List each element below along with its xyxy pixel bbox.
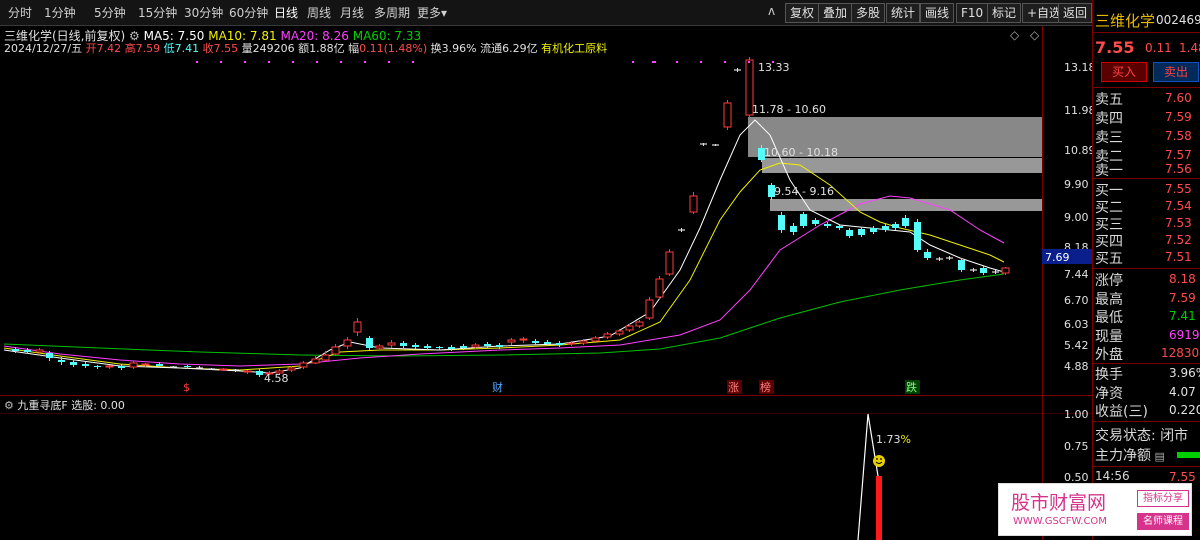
gap-zone-2 xyxy=(762,158,1042,173)
sell-button[interactable]: 卖出 xyxy=(1153,62,1199,82)
ask-label: 卖五 xyxy=(1095,92,1123,108)
current-price: 7.55 xyxy=(1095,38,1135,57)
bid-price: 7.51 xyxy=(1165,250,1192,264)
stat-value: 4.07 xyxy=(1169,385,1196,399)
stat-label: 收益(三) xyxy=(1095,404,1148,420)
stat-row: 净资 4.07 xyxy=(1095,383,1200,403)
event-marker-list[interactable]: 榜 xyxy=(760,380,771,394)
watermark-tag-share: 指标分享 xyxy=(1137,490,1189,507)
kline-chart[interactable]: 13.33 4.58 11.78 - 10.60 10.60 - 10.18 9… xyxy=(0,0,1092,540)
main-force-row: 主力净额 ▤ xyxy=(1095,445,1200,465)
bid-row: 买五 7.51 xyxy=(1095,248,1200,268)
peak-label: 13.33 xyxy=(758,61,790,74)
stat-value: 7.59 xyxy=(1169,291,1196,305)
price-tick: 7.44 xyxy=(1064,268,1089,281)
low-label: 4.58 xyxy=(264,372,289,385)
price-change: 0.11 xyxy=(1145,41,1172,55)
ask-price: 7.56 xyxy=(1165,162,1192,176)
stat-row: 涨停 8.18 xyxy=(1095,270,1200,290)
stat-label: 最高 xyxy=(1095,292,1123,308)
bid-label: 买五 xyxy=(1095,251,1123,267)
stat-row: 最高 7.59 xyxy=(1095,289,1200,309)
ask-label: 卖四 xyxy=(1095,111,1123,127)
stat-label: 现量 xyxy=(1095,329,1123,345)
stat-row: 换手 3.96% xyxy=(1095,364,1200,384)
ask-row: 卖四 7.59 xyxy=(1095,108,1200,128)
trade-status: 交易状态: 闭市 xyxy=(1095,425,1200,445)
watermark-url: WWW.GSCFW.COM xyxy=(1013,516,1107,527)
ask-price: 7.59 xyxy=(1165,110,1192,124)
stat-value: 7.41 xyxy=(1169,309,1196,323)
ask-price: 7.60 xyxy=(1165,91,1192,105)
current-price-tag: 7.69 xyxy=(1045,251,1070,264)
price-tick: 9.00 xyxy=(1064,211,1089,224)
gap2-label: 10.60 - 10.18 xyxy=(764,146,838,159)
sub-signal-suffix: % xyxy=(901,433,911,446)
trade-status-text: 交易状态: 闭市 xyxy=(1095,428,1189,444)
main-force-label: 主力净额 xyxy=(1095,448,1151,464)
stock-name: 三维化学 xyxy=(1095,12,1156,30)
sub-signal-number: 1.73 xyxy=(876,433,901,446)
stat-value: 0.220 xyxy=(1169,403,1200,417)
price-tick: 13.18 xyxy=(1064,61,1092,74)
tick-time: 14:56 xyxy=(1095,469,1130,483)
ask-label: 卖一 xyxy=(1095,163,1123,179)
bid-price: 7.52 xyxy=(1165,233,1192,247)
event-marker-finance[interactable]: 财 xyxy=(492,380,503,394)
stat-label: 最低 xyxy=(1095,310,1123,326)
stock-code: 002469 xyxy=(1156,13,1200,27)
gap1-label: 11.78 - 10.60 xyxy=(752,103,826,116)
event-marker-limit-down[interactable]: 跌 xyxy=(906,380,917,394)
ask-row: 卖五 7.60 xyxy=(1095,89,1200,109)
gap3-label: 9.54 - 9.16 xyxy=(774,185,834,198)
sub-select-label: 选股: 0.00 xyxy=(71,399,125,412)
stat-value: 8.18 xyxy=(1169,272,1196,286)
price-tick: 11.98 xyxy=(1064,104,1092,117)
sub-settings-gear-icon[interactable]: ⚙ xyxy=(4,399,14,412)
stat-value: 6919 xyxy=(1169,328,1200,342)
ask-label: 卖三 xyxy=(1095,130,1123,146)
price-tick: 6.03 xyxy=(1064,318,1089,331)
price-tick: 4.88 xyxy=(1064,360,1089,373)
stat-label: 涨停 xyxy=(1095,273,1123,289)
price-tick: 5.42 xyxy=(1064,339,1089,352)
event-marker-limit-up[interactable]: 涨 xyxy=(728,381,739,394)
price-tick: 9.90 xyxy=(1064,178,1089,191)
sub-indicator-title: 九重寻底F xyxy=(17,399,68,412)
sub-axis-tick: 1.00 xyxy=(1064,408,1089,421)
stat-row: 最低 7.41 xyxy=(1095,307,1200,327)
watermark-main: 股市财富网 xyxy=(1011,492,1107,514)
watermark-tag-course: 名师课程 xyxy=(1137,513,1189,530)
stat-row: 收益(三) 0.220 xyxy=(1095,401,1200,421)
tick-price: 7.55 xyxy=(1169,470,1196,484)
event-marker-dividend[interactable]: $ xyxy=(183,381,190,394)
stat-row: 现量 6919 xyxy=(1095,326,1200,346)
ask-row: 卖三 7.58 xyxy=(1095,127,1200,147)
bid-price: 7.54 xyxy=(1165,199,1192,213)
stat-label: 净资 xyxy=(1095,386,1123,402)
sub-axis-tick: 0.75 xyxy=(1064,440,1089,453)
price-tick: 10.89 xyxy=(1064,144,1092,157)
sub-signal-value: 1.73% xyxy=(876,433,911,446)
stat-row: 外盘 128304 xyxy=(1095,344,1200,364)
smiley-icon xyxy=(873,455,885,467)
main-force-bar xyxy=(1177,452,1200,458)
stat-label: 换手 xyxy=(1095,367,1123,383)
price-percent: 1.48 xyxy=(1179,41,1200,55)
bid-price: 7.55 xyxy=(1165,182,1192,196)
sub-indicator-legend: ⚙ 九重寻底F 选股: 0.00 xyxy=(4,397,125,413)
stat-value: 128304 xyxy=(1161,346,1200,360)
stat-value: 3.96% xyxy=(1169,366,1200,380)
buy-button[interactable]: 买入 xyxy=(1101,62,1147,82)
stat-label: 外盘 xyxy=(1095,347,1123,363)
ask-row: 卖一 7.56 xyxy=(1095,160,1200,180)
watermark-logo: 股市财富网 WWW.GSCFW.COM 指标分享 名师课程 xyxy=(998,483,1192,536)
price-tick: 6.70 xyxy=(1064,294,1089,307)
gap-zone-3 xyxy=(770,199,1042,211)
ask-price: 7.58 xyxy=(1165,129,1192,143)
bid-price: 7.53 xyxy=(1165,216,1192,230)
quote-panel: 三维化学 002469 7.55 0.11 1.48 买入 卖出 卖五7.60 … xyxy=(1092,0,1200,540)
list-icon[interactable]: ▤ xyxy=(1151,450,1164,463)
